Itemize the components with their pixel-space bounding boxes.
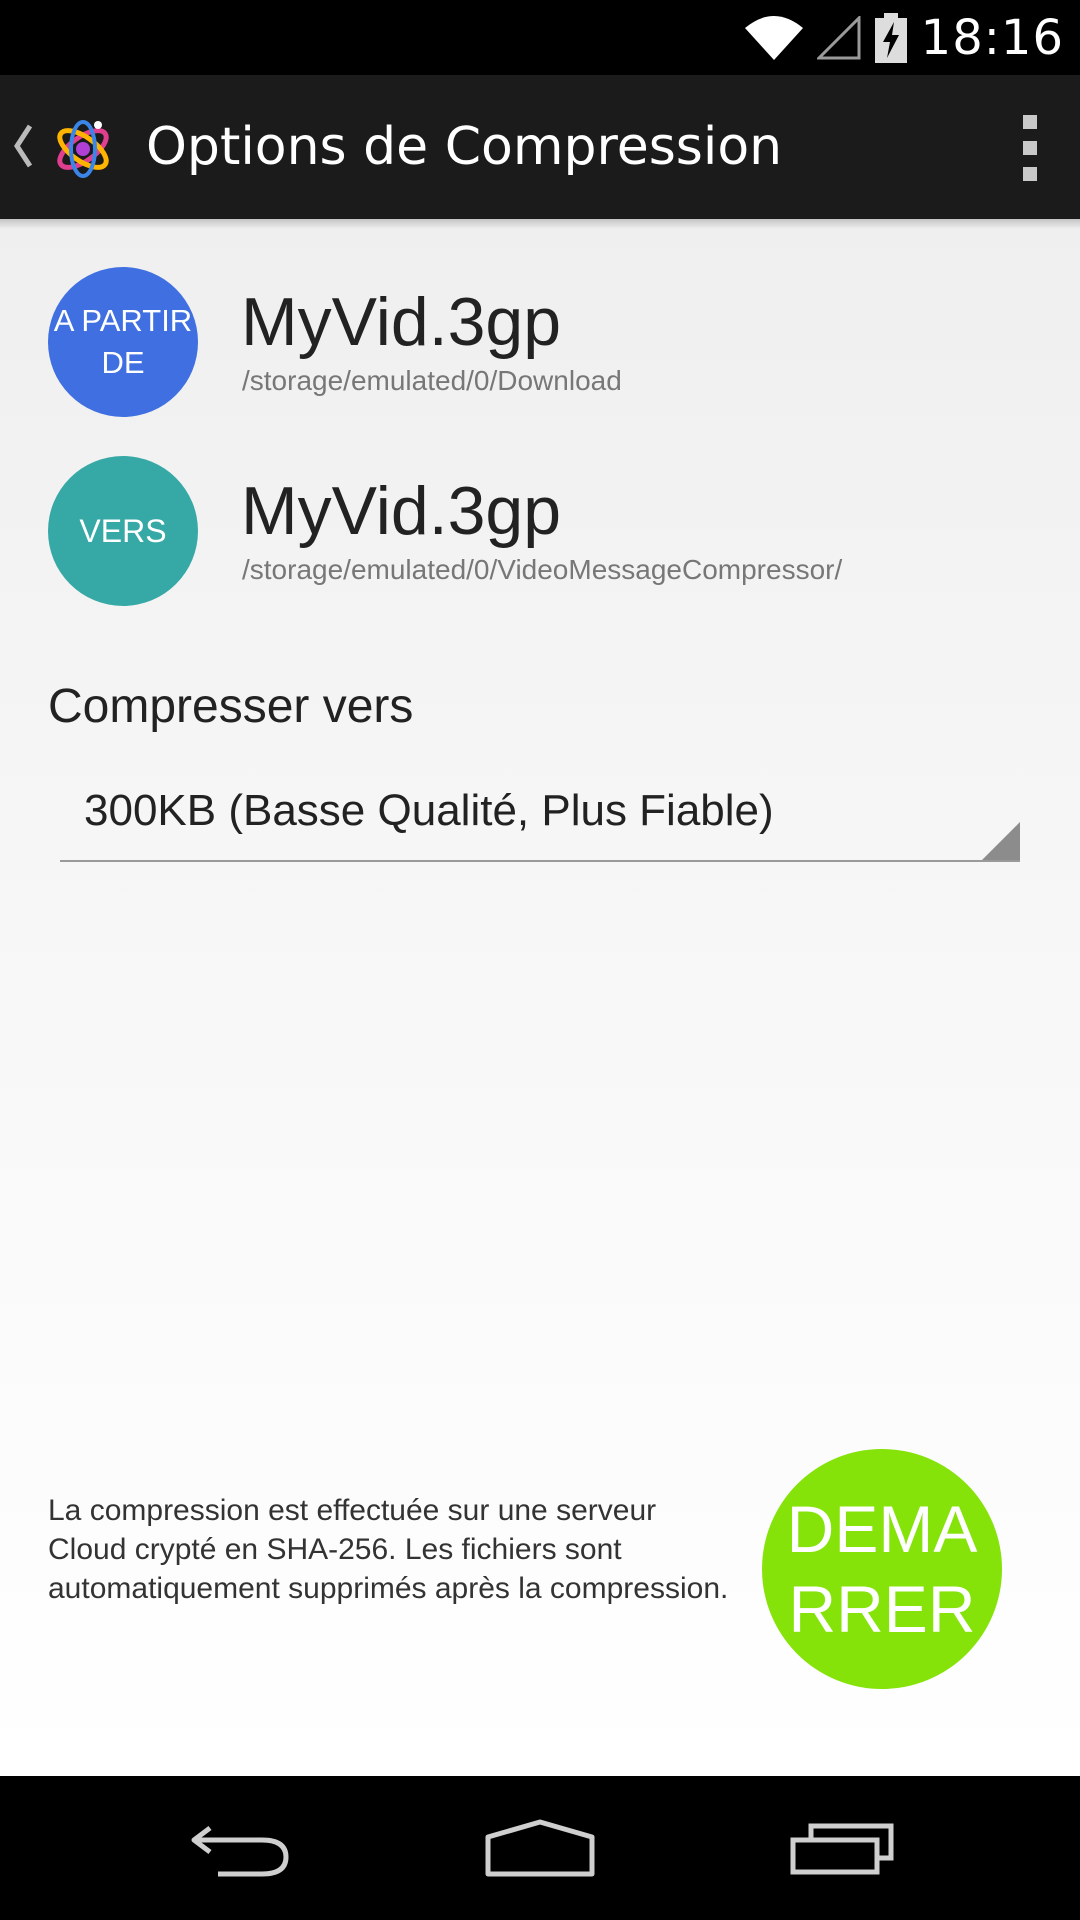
navigation-bar [0,1776,1080,1920]
security-disclaimer: La compression est effectuée sur une ser… [48,1494,729,1605]
status-icons: 18:16 [744,0,1064,75]
action-bar: Options de Compression [0,75,1080,219]
status-bar: 18:16 [0,0,1080,75]
nav-back-icon[interactable] [160,1800,320,1896]
compression-options-panel: A PARTIR DE MyVid.3gp /storage/emulated/… [0,219,1080,1776]
compression-label: Compresser vers [48,680,414,733]
source-file-row: A PARTIR DE MyVid.3gp /storage/emulated/… [48,267,1048,417]
source-file-path: /storage/emulated/0/Download [242,365,622,396]
destination-badge: VERS [48,456,198,606]
back-chevron-icon[interactable] [12,123,34,169]
wifi-icon [744,15,803,60]
nav-recents-icon[interactable] [762,1800,922,1896]
overflow-menu-icon[interactable] [1016,115,1044,181]
compression-size-selected: 300KB (Basse Qualité, Plus Fiable) [84,786,774,835]
nav-home-icon[interactable] [460,1800,620,1896]
source-file-name: MyVid.3gp [241,284,562,360]
cell-signal-icon [816,15,861,59]
app-logo-icon[interactable] [50,111,116,183]
destination-file-path: /storage/emulated/0/VideoMessageCompress… [242,554,843,585]
clock: 18:16 [920,9,1064,66]
dropdown-arrow-icon [982,822,1020,860]
source-badge: A PARTIR DE [48,267,198,417]
compression-size-dropdown[interactable]: 300KB (Basse Qualité, Plus Fiable) [60,765,1020,862]
destination-file-name: MyVid.3gp [241,473,562,549]
page-title: Options de Compression [146,117,783,177]
start-button[interactable]: DEMARRER [762,1449,1002,1689]
battery-charging-icon [874,12,907,63]
destination-file-row: VERS MyVid.3gp /storage/emulated/0/Video… [48,456,1048,606]
